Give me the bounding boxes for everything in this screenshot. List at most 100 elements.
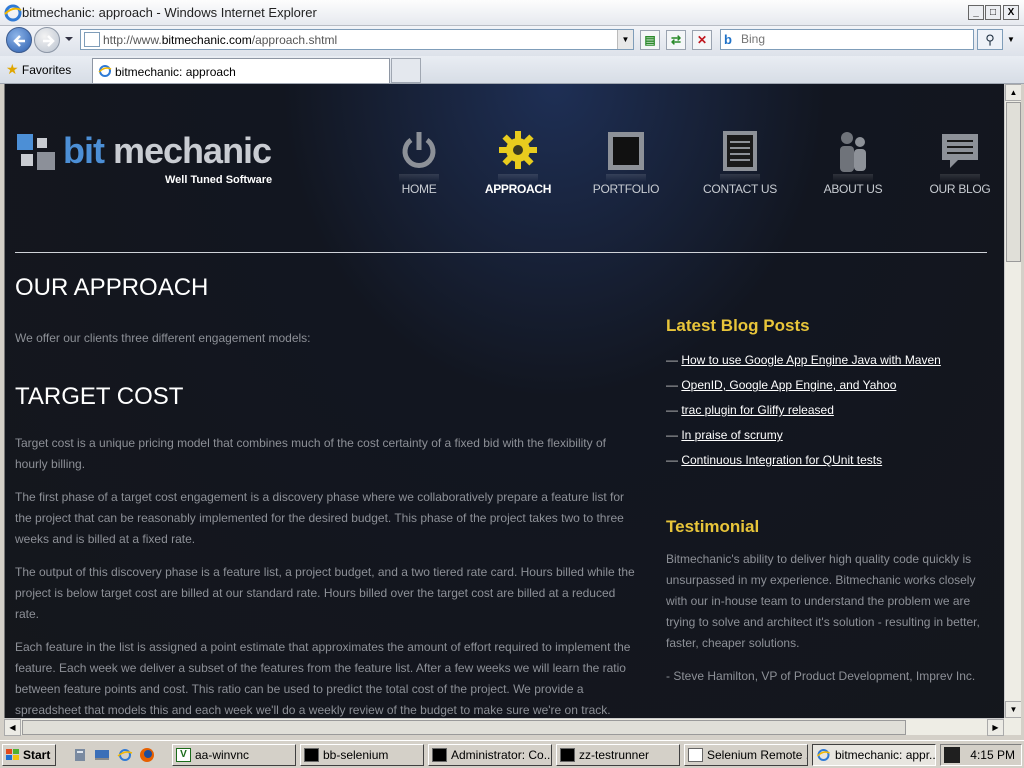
- taskbar-button[interactable]: Administrator: Co...: [428, 744, 552, 766]
- back-button[interactable]: [6, 27, 32, 53]
- nav-reflection: [940, 174, 980, 182]
- blog-post-list: — How to use Google App Engine Java with…: [666, 348, 992, 473]
- back-arrow-icon: [13, 35, 25, 47]
- vnc-icon: V: [176, 748, 191, 762]
- horizontal-scroll-thumb[interactable]: [22, 720, 906, 735]
- scroll-up-button[interactable]: ▲: [1005, 84, 1022, 101]
- favorites-button[interactable]: ★ Favorites: [6, 61, 71, 78]
- scrollbar-corner: [1004, 718, 1021, 735]
- url-path: /approach.shtml: [251, 33, 338, 47]
- nav-label: ABOUT US: [823, 182, 883, 196]
- search-input[interactable]: [741, 32, 961, 46]
- console-icon: [304, 748, 319, 762]
- dash: —: [666, 353, 678, 367]
- stop-button[interactable]: ✕: [692, 30, 712, 50]
- taskbar-button[interactable]: zz-testrunner: [556, 744, 680, 766]
- ie-icon: [816, 749, 830, 761]
- close-button[interactable]: X: [1003, 5, 1019, 20]
- search-button[interactable]: ⚲: [977, 29, 1003, 50]
- nav-reflection: [606, 174, 646, 182]
- paragraph: The first phase of a target cost engagem…: [15, 490, 624, 546]
- taskbar-button-label: bitmechanic: appr...: [835, 748, 936, 762]
- nav-contact-us[interactable]: CONTACT US: [695, 130, 785, 200]
- site-logo[interactable]: bit mechanic Well Tuned Software: [15, 130, 285, 190]
- nav-home[interactable]: HOME: [374, 130, 464, 200]
- search-box[interactable]: b: [720, 29, 974, 50]
- testimonial-author: - Steve Hamilton, VP of Product Developm…: [666, 669, 976, 683]
- blog-post-link[interactable]: trac plugin for Gliffy released: [681, 403, 834, 417]
- compatibility-view-button[interactable]: ▤: [640, 30, 660, 50]
- server-manager-icon[interactable]: [72, 747, 88, 763]
- vnc-tray-icon[interactable]: [944, 747, 960, 763]
- nav-our-blog[interactable]: OUR BLOG: [915, 130, 1004, 200]
- refresh-button[interactable]: ⇄: [666, 30, 686, 50]
- start-button[interactable]: Start: [2, 744, 56, 766]
- taskbar-button-label: zz-testrunner: [579, 748, 650, 762]
- bing-icon: b: [724, 32, 732, 47]
- dash: —: [666, 403, 678, 417]
- nav-label: CONTACT US: [703, 182, 777, 196]
- scroll-down-button[interactable]: ▼: [1005, 701, 1022, 718]
- tab-bitmechanic-approach[interactable]: bitmechanic: approach: [92, 58, 390, 83]
- tab-title: bitmechanic: approach: [115, 65, 236, 79]
- paragraph: Each feature in the list is assigned a p…: [15, 640, 631, 717]
- list-item: — In praise of scrumy: [666, 423, 992, 448]
- taskbar-button-label: Selenium Remote ...: [707, 748, 808, 762]
- scroll-left-button[interactable]: ◀: [4, 719, 21, 736]
- dash: —: [666, 453, 678, 467]
- blog-post-link[interactable]: How to use Google App Engine Java with M…: [681, 353, 941, 367]
- recent-pages-dropdown-icon[interactable]: [64, 34, 74, 44]
- url-prefix: http://www.: [103, 33, 162, 47]
- frame-icon: [608, 132, 644, 170]
- nav-approach[interactable]: APPROACH: [473, 130, 563, 200]
- minimize-button[interactable]: _: [968, 5, 984, 20]
- address-bar[interactable]: http://www.bitmechanic.com/approach.shtm…: [80, 29, 634, 50]
- taskbar-button[interactable]: bitmechanic: appr...: [812, 744, 936, 766]
- testimonial: Testimonial Bitmechanic's ability to del…: [666, 517, 992, 687]
- taskbar-button[interactable]: V aa-winvnc: [172, 744, 296, 766]
- system-tray: 4:15 PM: [940, 744, 1022, 766]
- ie-icon[interactable]: [117, 747, 133, 763]
- forward-arrow-icon: [43, 35, 55, 47]
- navigation-bar: http://www.bitmechanic.com/approach.shtm…: [0, 26, 1024, 56]
- blog-heading: Latest Blog Posts: [666, 316, 810, 335]
- scroll-right-button[interactable]: ▶: [987, 719, 1004, 736]
- nav-portfolio[interactable]: PORTFOLIO: [581, 130, 671, 200]
- vertical-scrollbar[interactable]: ▲ ▼: [1004, 84, 1022, 718]
- ie-logo-icon: [4, 4, 22, 22]
- logo-tagline: Well Tuned Software: [165, 174, 273, 186]
- search-options-dropdown[interactable]: ▼: [1004, 29, 1018, 50]
- forward-button[interactable]: [34, 27, 60, 53]
- blog-post-link[interactable]: Continuous Integration for QUnit tests: [681, 453, 882, 467]
- firefox-icon[interactable]: [139, 747, 155, 763]
- vertical-scroll-thumb[interactable]: [1006, 102, 1021, 262]
- list-item: — Continuous Integration for QUnit tests: [666, 448, 992, 473]
- notepad-icon: [723, 131, 757, 171]
- nav-about-us[interactable]: ABOUT US: [808, 130, 898, 200]
- list-item: — OpenID, Google App Engine, and Yahoo: [666, 373, 992, 398]
- blog-post-link[interactable]: OpenID, Google App Engine, and Yahoo: [681, 378, 896, 392]
- maximize-button[interactable]: □: [985, 5, 1001, 20]
- nav-reflection: [833, 174, 873, 182]
- page-viewport: bit mechanic Well Tuned Software HOME AP: [4, 84, 1004, 718]
- clock[interactable]: 4:15 PM: [970, 748, 1015, 762]
- paragraph: Target cost is a unique pricing model th…: [15, 436, 606, 471]
- address-dropdown-button[interactable]: ▼: [617, 30, 633, 49]
- taskbar-button[interactable]: bb-selenium: [300, 744, 424, 766]
- nav-reflection: [720, 174, 760, 182]
- main-content: OUR APPROACH We offer our clients three …: [15, 274, 641, 718]
- show-desktop-icon[interactable]: [94, 747, 110, 763]
- gear-icon: [499, 131, 537, 169]
- windows-flag-icon: [6, 749, 19, 760]
- nav-reflection: [399, 174, 439, 182]
- new-tab-button[interactable]: [391, 58, 421, 83]
- sidebar: Latest Blog Posts — How to use Google Ap…: [666, 316, 992, 699]
- nav-label: HOME: [401, 182, 437, 196]
- nav-label: OUR BLOG: [929, 182, 991, 196]
- taskbar-button[interactable]: Selenium Remote ...: [684, 744, 808, 766]
- nav-label: APPROACH: [484, 182, 552, 196]
- horizontal-scrollbar[interactable]: ◀ ▶: [4, 718, 1004, 736]
- intro-text: We offer our clients three different eng…: [15, 331, 311, 345]
- blog-post-link[interactable]: In praise of scrumy: [681, 428, 782, 442]
- address-url[interactable]: http://www.bitmechanic.com/approach.shtm…: [103, 33, 337, 47]
